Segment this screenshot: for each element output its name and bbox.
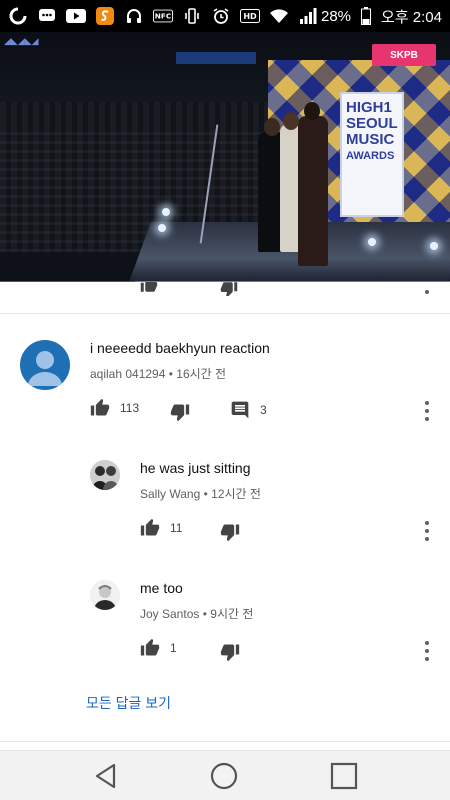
back-button[interactable]	[91, 761, 121, 791]
sign-line-4: AWARDS	[346, 150, 395, 162]
reply-button[interactable]: 3	[230, 400, 267, 420]
comment-text: he was just sitting	[140, 460, 251, 476]
vibrate-icon	[182, 6, 202, 26]
avatar[interactable]	[90, 460, 120, 490]
view-all-replies-link[interactable]: 모든 답글 보기	[86, 693, 171, 713]
comment-author[interactable]: aqilah 041294	[90, 367, 165, 381]
like-icon	[140, 518, 160, 536]
sign-line-1: HIGH1	[346, 99, 392, 116]
performer-3-head	[304, 102, 320, 120]
dislike-button[interactable]	[170, 402, 190, 422]
like-button[interactable]: 113	[90, 398, 139, 418]
dislike-icon	[170, 404, 190, 422]
comment-meta: Sally Wang • 12시간 전	[140, 485, 261, 502]
recents-button[interactable]	[329, 761, 359, 791]
signal-icon	[298, 6, 318, 26]
alarm-icon	[211, 6, 231, 26]
awards-sign: HIGH1 SEOUL MUSIC AWARDS	[340, 92, 404, 217]
nfc-label: NFC	[155, 12, 171, 21]
video-player[interactable]: ◢◣◢◣◢ HIGH1 SEOUL MUSIC AWARDS SKPB	[0, 32, 450, 282]
app-o-icon	[8, 6, 28, 26]
performer-1-head	[264, 118, 280, 136]
like-count: 11	[170, 521, 183, 535]
dislike-icon[interactable]	[220, 282, 238, 296]
status-bar: NFC HD 28% 오후 2:04	[0, 0, 450, 32]
comment-time: 9시간 전	[210, 607, 254, 621]
sign-line-3: MUSIC	[346, 131, 395, 148]
comment-text: i neeeedd baekhyun reaction	[90, 340, 270, 356]
previous-comment-actions	[0, 282, 450, 296]
divider	[0, 741, 450, 742]
performer-2-head	[283, 112, 299, 130]
performer-3	[298, 116, 328, 266]
hd-label: HD	[243, 12, 257, 21]
youtube-icon	[66, 6, 86, 26]
more-options-icon[interactable]	[424, 521, 430, 541]
message-icon	[37, 6, 57, 26]
divider	[0, 313, 450, 314]
like-count: 1	[170, 641, 177, 655]
channel-logo-badge: SKPB	[372, 44, 436, 66]
comment-icon	[231, 401, 249, 419]
avatar[interactable]	[90, 580, 120, 610]
home-circle-icon	[210, 762, 238, 790]
dislike-icon	[220, 524, 240, 542]
comment-author[interactable]: Sally Wang	[140, 487, 200, 501]
comment-meta: Joy Santos • 9시간 전	[140, 605, 253, 622]
comment-author[interactable]: Joy Santos	[140, 607, 199, 621]
comment-meta: aqilah 041294 • 16시간 전	[90, 365, 226, 382]
more-options-icon[interactable]	[424, 641, 430, 661]
nfc-icon: NFC	[153, 6, 173, 26]
dislike-button[interactable]	[220, 642, 240, 662]
like-button[interactable]: 11	[140, 518, 182, 538]
s-app-icon	[95, 6, 115, 26]
like-button[interactable]: 1	[140, 638, 177, 658]
reply-count: 3	[260, 403, 267, 417]
stage-light	[430, 242, 438, 250]
like-icon	[90, 398, 110, 416]
stage-light	[162, 208, 170, 216]
battery-percent: 28%	[321, 7, 352, 25]
system-nav-bar	[0, 750, 450, 800]
meta-separator: •	[203, 487, 212, 501]
broadcaster-watermark: ◢◣◢◣◢	[4, 36, 39, 46]
like-count: 113	[120, 401, 140, 415]
avatar[interactable]	[20, 340, 70, 390]
back-triangle-icon	[95, 763, 116, 789]
headphones-icon	[124, 6, 144, 26]
like-icon[interactable]	[140, 282, 158, 294]
comment-time: 12시간 전	[211, 487, 261, 501]
more-options-icon[interactable]	[424, 401, 430, 421]
hd-voice-icon: HD	[240, 6, 260, 26]
scoreboard-screen	[176, 52, 256, 64]
stage-light	[368, 238, 376, 246]
comment-text: me too	[140, 580, 183, 596]
recents-square-icon	[330, 762, 358, 790]
battery-icon	[356, 6, 376, 26]
dislike-button[interactable]	[220, 522, 240, 542]
wifi-icon	[269, 6, 289, 26]
dislike-icon	[220, 644, 240, 662]
home-button[interactable]	[209, 761, 239, 791]
sign-line-2: SEOUL	[346, 115, 398, 132]
more-options-icon[interactable]	[424, 282, 430, 296]
clock: 오후 2:04	[381, 8, 442, 26]
comment-time: 16시간 전	[176, 367, 227, 381]
like-icon	[140, 638, 160, 656]
stage-light	[158, 224, 166, 232]
